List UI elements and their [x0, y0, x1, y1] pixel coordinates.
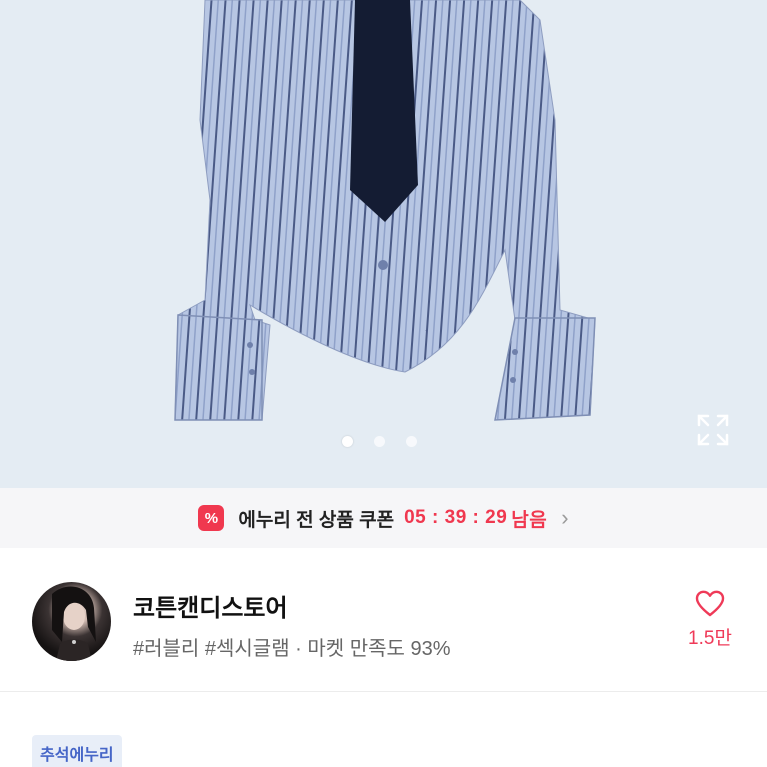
like-button[interactable]: 1.5만: [682, 590, 738, 650]
carousel-dots: [342, 436, 417, 447]
store-avatar[interactable]: [32, 582, 111, 661]
coupon-timer-suffix: 남음: [511, 509, 548, 531]
heart-icon[interactable]: [695, 590, 725, 617]
carousel-dot[interactable]: [374, 436, 385, 447]
carousel-dot[interactable]: [406, 436, 417, 447]
badge-row: 추석에누리: [32, 735, 122, 767]
store-name[interactable]: 코튼캔디스토어: [133, 588, 288, 623]
coupon-timer: 05 : 39 : 29: [404, 507, 508, 528]
event-badge: 추석에누리: [32, 735, 122, 767]
coupon-banner[interactable]: % 에누리 전 상품 쿠폰 05 : 39 : 29 남음 ›: [0, 488, 767, 548]
product-photo: [174, 0, 596, 421]
store-info[interactable]: 코튼캔디스토어 #러블리 #섹시글램 · 마켓 만족도 93% 1.5만: [0, 548, 767, 692]
store-tags: #러블리 #섹시글램 · 마켓 만족도 93%: [133, 638, 451, 660]
coupon-text: 에누리 전 상품 쿠폰: [238, 509, 395, 531]
expand-icon[interactable]: [696, 413, 730, 447]
carousel-dot[interactable]: [342, 436, 353, 447]
coupon-percent-icon: %: [198, 505, 225, 531]
product-image[interactable]: [0, 0, 767, 488]
like-count: 1.5만: [688, 628, 732, 649]
chevron-right-icon: ›: [561, 505, 569, 530]
